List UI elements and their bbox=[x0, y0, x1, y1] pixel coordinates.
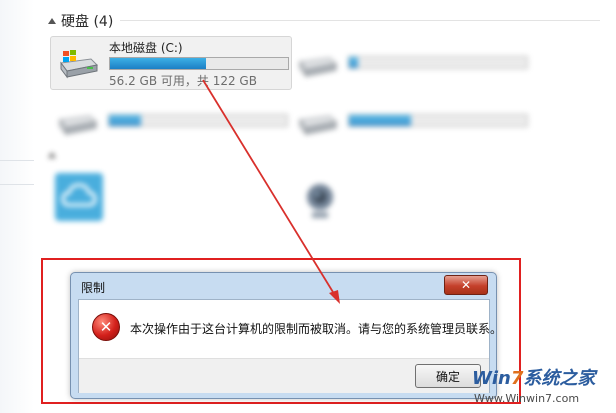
watermark-site: Www.Winwin7.com bbox=[474, 392, 580, 405]
watermark-logo-seven: 7 bbox=[510, 368, 524, 389]
watermark-logo: Win7系统之家 bbox=[472, 364, 595, 390]
watermark-logo-suffix: 系统之家 bbox=[523, 368, 596, 389]
annotation-arrow bbox=[202, 79, 340, 304]
watermark-logo-prefix: Win bbox=[472, 368, 511, 389]
site-watermark: Win7系统之家 Www.Winwin7.com bbox=[472, 362, 614, 410]
